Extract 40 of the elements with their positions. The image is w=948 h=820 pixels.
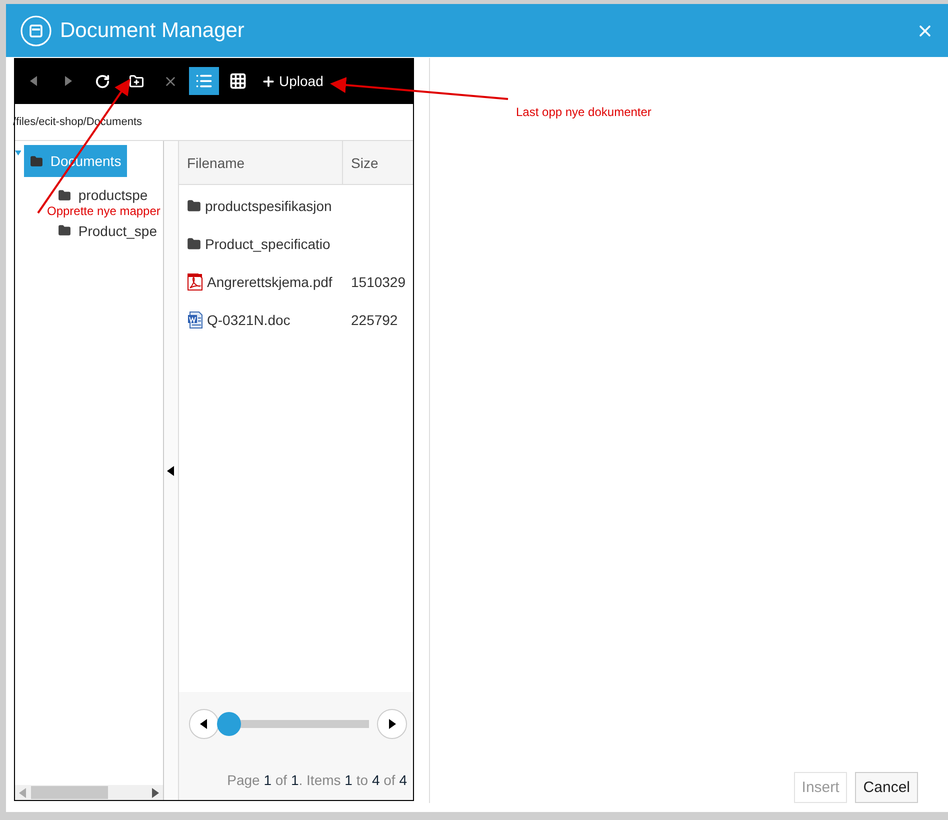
folder-plus-icon [128,74,144,88]
previous-icon [200,719,208,729]
size-cell-text: 225792 [350,312,399,328]
expanded-icon[interactable] [15,149,22,157]
folder-icon [58,224,72,237]
tree-item[interactable]: productspe [52,185,154,205]
previous-button[interactable] [189,709,219,739]
column-header[interactable]: Filename [179,141,343,184]
refresh-icon [94,74,110,88]
page-summary: Page 1 of 1. Items 1 to 4 of 4 [227,772,407,788]
list-icon [195,72,213,90]
word-file-icon [187,311,203,329]
filename-cell: Angrerettskjema.pdf [179,273,343,291]
window-title: Document Manager [60,18,246,42]
size-cell-text: 1510329 [350,274,407,290]
next-icon [388,719,396,729]
collapse-icon[interactable] [167,466,175,476]
cancel-button[interactable]: Cancel [855,772,918,803]
back-icon [30,76,38,86]
horizontal-scrollbar[interactable] [15,785,163,800]
grid-icon [229,72,247,90]
folder-icon [187,237,201,251]
filename-cell: productspesifikasjon [179,198,343,214]
filename-cell: Product_specificatio [179,236,343,252]
folder-icon [30,154,44,168]
scroll-right-icon[interactable] [151,788,159,798]
upload-button[interactable]: Upload [257,67,328,95]
next-button[interactable] [377,709,407,739]
tree-item[interactable]: Product_spe [52,220,163,240]
window-icon [20,14,52,46]
pdf-file-icon [187,273,203,291]
filename-cell: Q-0321N.doc [179,311,343,329]
column-header[interactable]: Size [343,141,413,184]
folder-icon [187,199,201,213]
folder-icon [58,188,72,202]
annotation-note: Last opp nye dokumenter [516,106,652,118]
forward-icon [64,76,72,86]
plus-icon [261,74,276,88]
annotation-note: Opprette nye mapper [47,205,160,217]
slider-thumb[interactable] [217,712,241,736]
